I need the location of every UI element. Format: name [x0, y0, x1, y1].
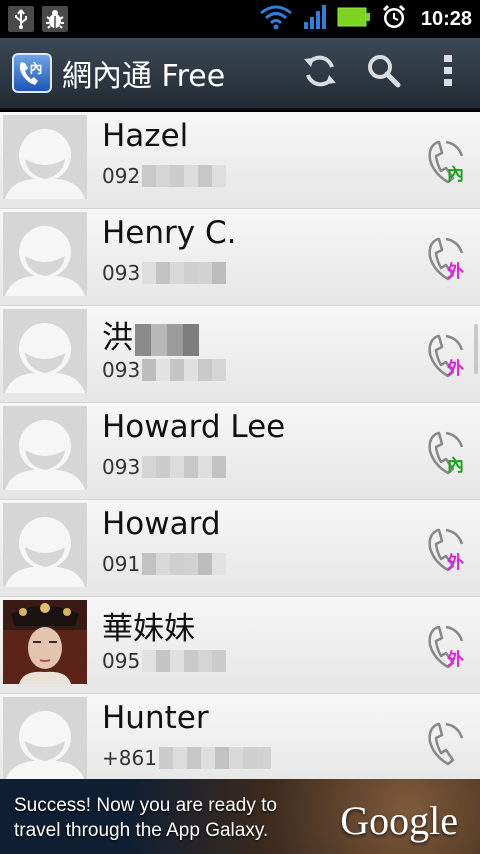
redacted-phone: [142, 262, 227, 284]
contact-phone: 093: [102, 358, 227, 382]
contact-row[interactable]: 洪 093 外: [0, 306, 480, 403]
debug-icon: [42, 6, 68, 32]
in-network-badge: 內: [447, 165, 464, 185]
contact-name: Hunter: [102, 700, 209, 736]
wifi-icon: [259, 4, 293, 34]
contact-row[interactable]: Hunter +861: [0, 694, 480, 779]
phone-prefix: 092: [102, 164, 141, 188]
contact-list[interactable]: Hazel 092 內 Henry C. 093 外洪 093 外 Howard Lee 093 內…: [0, 112, 480, 779]
redacted-name: [135, 323, 199, 356]
contact-row[interactable]: Howard 091 外: [0, 500, 480, 597]
default-avatar-icon[interactable]: [3, 697, 87, 779]
app-title: 網內通 Free: [62, 59, 226, 94]
signal-icon: [303, 4, 327, 34]
search-button[interactable]: [352, 37, 416, 109]
overflow-menu-icon: [442, 53, 454, 93]
contact-row[interactable]: Henry C. 093 外: [0, 209, 480, 306]
phone-prefix: 093: [102, 358, 141, 382]
out-network-badge: 外: [447, 553, 464, 573]
contact-phone: 093: [102, 261, 227, 285]
contact-name: 洪: [102, 312, 199, 357]
redacted-phone: [142, 553, 227, 575]
contact-name-text: 華妹妹: [102, 611, 195, 647]
scrollbar-thumb[interactable]: [474, 324, 478, 374]
contact-row[interactable]: 華妹妹 095 外: [0, 597, 480, 694]
out-network-badge: 外: [447, 262, 464, 282]
contact-phone: 093: [102, 455, 227, 479]
contact-name-text: Howard: [102, 506, 221, 542]
contact-phone: 095: [102, 649, 227, 673]
contact-name: Howard: [102, 506, 221, 542]
contact-name: Howard Lee: [102, 409, 285, 445]
phone-prefix: 093: [102, 261, 141, 285]
contact-phone: 092: [102, 164, 227, 188]
app-logo-icon: 內: [12, 53, 52, 93]
contact-name-text: 洪: [102, 320, 133, 356]
status-bar: 10:28: [0, 0, 480, 38]
default-avatar-icon[interactable]: [3, 406, 87, 490]
contact-row[interactable]: Hazel 092 內: [0, 112, 480, 209]
contact-name-text: Howard Lee: [102, 409, 286, 445]
in-network-badge: 內: [447, 456, 464, 476]
phone-prefix: +861: [102, 746, 157, 770]
contact-phone: +861: [102, 746, 271, 770]
default-avatar-icon[interactable]: [3, 503, 87, 587]
refresh-button[interactable]: [288, 37, 352, 109]
contact-name-text: Hazel: [102, 118, 189, 154]
default-avatar-icon[interactable]: [3, 309, 87, 393]
usb-icon: [8, 6, 34, 32]
ad-text: Success! Now you are ready to travel thr…: [14, 795, 277, 841]
contact-name: Hazel: [102, 118, 188, 154]
contact-name-text: Henry C.: [102, 215, 237, 251]
contact-row[interactable]: Howard Lee 093 內: [0, 403, 480, 500]
contact-name: Henry C.: [102, 215, 236, 251]
default-avatar-icon[interactable]: [3, 115, 87, 199]
phone-prefix: 091: [102, 552, 141, 576]
redacted-phone: [142, 650, 227, 672]
search-icon: [366, 53, 402, 93]
phone-prefix: 095: [102, 649, 141, 673]
contact-name: 華妹妹: [102, 603, 195, 648]
app-logo-glyph: 內: [29, 61, 42, 77]
default-avatar-icon[interactable]: [3, 212, 87, 296]
action-bar: 內 網內通 Free: [0, 38, 480, 110]
redacted-phone: [142, 359, 227, 381]
overflow-menu-button[interactable]: [416, 37, 480, 109]
phone-icon: [424, 722, 466, 772]
contact-phone: 091: [102, 552, 227, 576]
out-network-badge: 外: [447, 650, 464, 670]
redacted-phone: [142, 165, 227, 187]
alarm-icon: [381, 4, 407, 34]
phone-prefix: 093: [102, 455, 141, 479]
redacted-phone: [158, 747, 271, 769]
redacted-phone: [142, 456, 227, 478]
status-time: 10:28: [420, 7, 472, 30]
call-button[interactable]: [424, 720, 466, 768]
out-network-badge: 外: [447, 359, 464, 379]
contact-photo[interactable]: [3, 600, 87, 684]
contact-name-text: Hunter: [102, 700, 209, 736]
ad-brand-logo: Google: [340, 798, 458, 843]
refresh-icon: [302, 53, 338, 93]
battery-icon: [337, 6, 371, 32]
ad-banner[interactable]: Success! Now you are ready to travel thr…: [0, 779, 480, 854]
